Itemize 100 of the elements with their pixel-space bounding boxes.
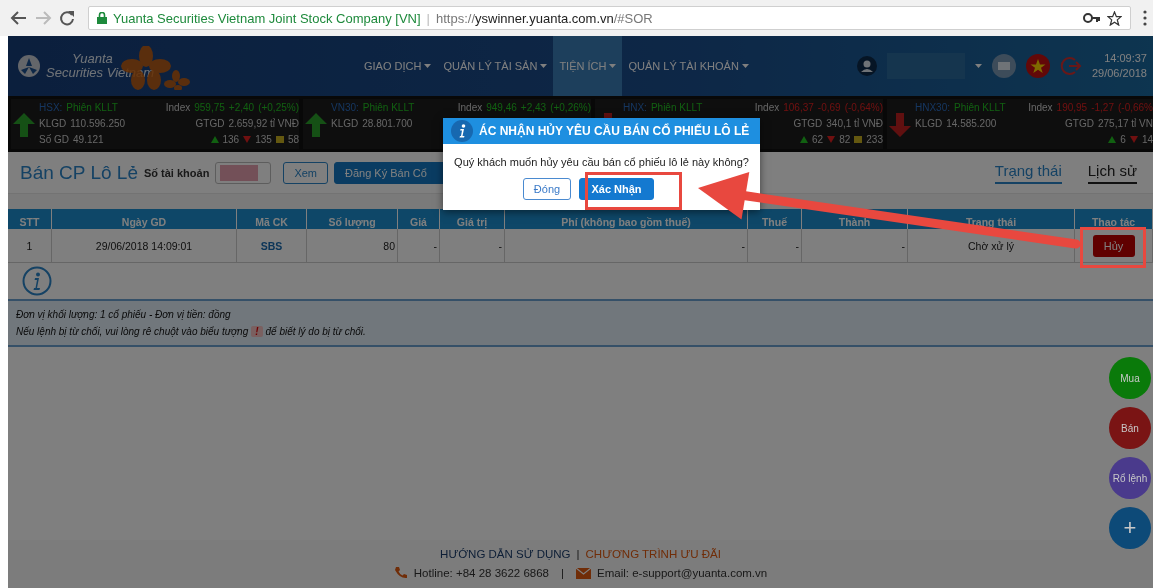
lock-icon <box>97 12 107 24</box>
info-icon[interactable] <box>22 266 52 296</box>
stat-value: 28.801.700 <box>362 118 413 129</box>
session-label: Phiên KLLT <box>954 102 1006 113</box>
note-text: để biết lý do bị từ chối. <box>265 326 366 337</box>
table-cell: 29/06/2018 14:09:01 <box>52 229 237 263</box>
declines-count: 82 <box>839 134 851 145</box>
index-value: 959,75 <box>194 102 225 113</box>
column-header: Ngày GD <box>52 209 237 229</box>
stat-label: GTGD <box>793 118 823 129</box>
info-icon <box>451 120 473 142</box>
caret-icon <box>974 64 982 68</box>
highlight-box <box>1080 227 1146 268</box>
nav-menu-item[interactable]: TIỆN ÍCH <box>553 36 623 96</box>
session-label: Phiên KLLT <box>362 102 415 113</box>
index-value: 106,37 <box>783 102 814 113</box>
index-change: +2,43 <box>520 102 547 113</box>
column-header: Thuế <box>748 209 802 229</box>
site-identity: Yuanta Securities Vietnam Joint Stock Company [VN] <box>113 10 421 26</box>
declines-count: 135 <box>255 134 272 145</box>
separator: | <box>576 548 580 560</box>
menu-icon[interactable] <box>1143 10 1147 26</box>
caret-icon <box>741 64 749 68</box>
column-header: Giá trị <box>440 209 505 229</box>
column-header: Số lượng <box>307 209 398 229</box>
index-change: -1,27 <box>1091 102 1114 113</box>
action-button[interactable]: Xem <box>283 161 328 184</box>
redaction-mark <box>220 164 259 181</box>
up-triangle-icon <box>210 136 219 143</box>
note-text: Đơn vị khối lượng: 1 cổ phiếu - Đơn vị tiền: đồng <box>16 309 231 320</box>
caret-icon <box>540 64 548 68</box>
stat-label: Số GD <box>39 134 69 145</box>
stat-label: KLGD <box>915 118 943 129</box>
index-label: Index <box>165 102 191 113</box>
nav-menu-item[interactable]: GIAO DỊCH <box>358 36 438 96</box>
account-field[interactable] <box>215 161 272 184</box>
view-tab[interactable]: Lịch sử <box>1087 161 1137 184</box>
column-header: Thao tác <box>1075 209 1153 229</box>
table-cell: - <box>440 229 505 263</box>
warning-icon: ! <box>251 326 263 337</box>
stat-value: 110.596.250 <box>70 118 126 129</box>
session-label: Phiên KLLT <box>650 102 703 113</box>
forward-icon[interactable] <box>34 9 52 27</box>
index-percent: (-0,66% <box>1118 102 1153 113</box>
table-cell: - <box>802 229 908 263</box>
nav-menu-item[interactable]: QUẢN LÝ TÀI SẢN <box>437 36 554 96</box>
dialog-button[interactable]: Xác Nhận <box>579 178 654 200</box>
table-cell: SBS <box>237 229 307 263</box>
email-text: Email: e-support@yuanta.com.vn <box>597 567 768 579</box>
index-percent: (-0,64%) <box>844 102 883 113</box>
table-cell: - <box>505 229 748 263</box>
down-triangle-icon <box>243 136 252 143</box>
caret-icon <box>424 64 432 68</box>
index-percent: (+0,25%) <box>258 102 299 113</box>
mail-icon <box>576 567 591 579</box>
key-icon[interactable] <box>1083 12 1101 24</box>
view-tab[interactable]: Trạng thái <box>994 161 1062 184</box>
star-icon[interactable] <box>1107 10 1122 26</box>
stat-label: GTGD <box>195 118 225 129</box>
url-text: https://yswinner.yuanta.com.vn/#SOR <box>436 10 653 26</box>
column-header: Mã CK <box>237 209 307 229</box>
stat-value: 275,17 tỉ VN <box>1097 118 1153 129</box>
exchange-name: HSX: <box>39 102 63 113</box>
down-triangle-icon <box>1129 136 1138 143</box>
cancel-button[interactable]: Hủy <box>1092 234 1135 257</box>
caret-icon <box>609 64 617 68</box>
stat-label: KLGD <box>331 118 359 129</box>
card-icon[interactable] <box>991 54 1016 78</box>
dialog-button[interactable]: Đóng <box>523 178 571 200</box>
up-triangle-icon <box>1108 136 1117 143</box>
stat-value: 14.585.200 <box>946 118 997 129</box>
exchange-name: HNX: <box>623 102 647 113</box>
nav-menu-item[interactable]: QUẢN LÝ TÀI KHOẢN <box>622 36 755 96</box>
index-value: 949,46 <box>486 102 517 113</box>
index-change: +2,40 <box>228 102 255 113</box>
square-icon <box>854 136 863 143</box>
index-value: 190,95 <box>1056 102 1088 113</box>
stat-value: 2.659,92 tỉ VNĐ <box>228 118 299 129</box>
address-bar[interactable]: Yuanta Securities Vietnam Joint Stock Company [VN] | https://yswinner.yuanta.com.vn/#SOR <box>88 6 1131 30</box>
table-cell: 1 <box>8 229 52 263</box>
clock-time: 14:09:37 <box>1103 51 1147 66</box>
note-text: Nếu lệnh bị từ chối, vui lòng rê chuột vào biểu tượng <box>16 326 249 337</box>
exchange-name: VN30: <box>331 102 359 113</box>
index-label: Index <box>457 102 483 113</box>
index-change: -0,69 <box>817 102 841 113</box>
exchange-name: HNX30: <box>915 102 950 113</box>
unchanged-count: 233 <box>866 134 883 145</box>
hotline-text: Hotline: +84 28 3622 6868 <box>413 567 549 579</box>
user-icon[interactable] <box>856 56 877 76</box>
footer-link[interactable]: CHƯƠNG TRÌNH ƯU ĐÃI <box>585 548 721 560</box>
back-icon[interactable] <box>10 9 28 27</box>
stat-value: 49.121 <box>73 134 104 145</box>
session-label: Phiên KLLT <box>66 102 118 113</box>
flag-icon[interactable] <box>1025 54 1050 78</box>
index-label: Index <box>754 102 780 113</box>
footer-link[interactable]: HƯỚNG DẪN SỬ DỤNG <box>440 548 571 560</box>
account-label: Số tài khoản <box>143 166 210 179</box>
advances-count: 136 <box>222 134 240 145</box>
reload-icon[interactable] <box>58 9 76 27</box>
stat-label: KLGD <box>39 118 67 129</box>
